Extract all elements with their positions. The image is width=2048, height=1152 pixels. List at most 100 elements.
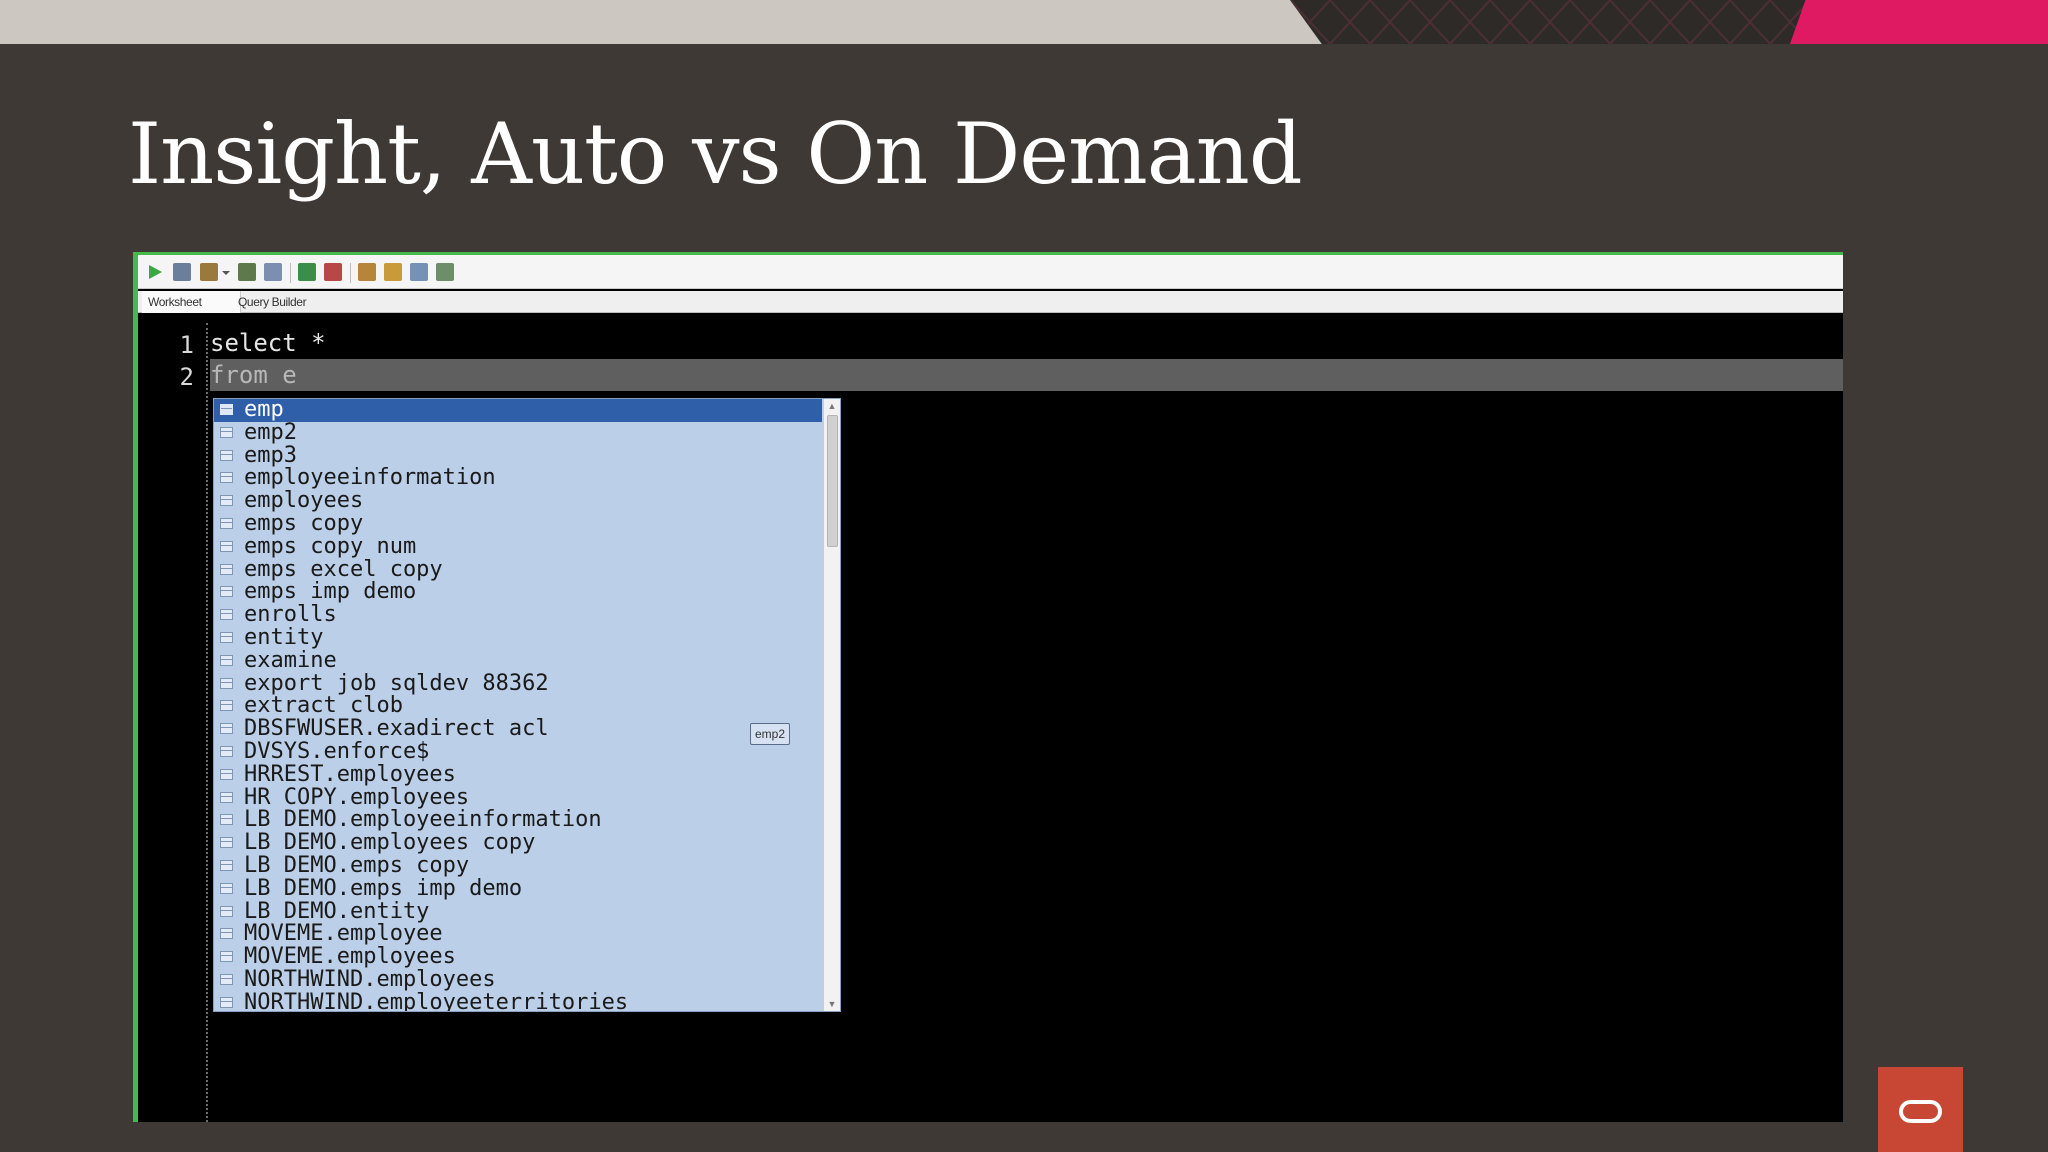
autocomplete-item[interactable]: emps excel copy <box>214 558 822 582</box>
tab-query-builder[interactable]: Query Builder <box>232 291 312 313</box>
worksheet-tab-bar: Worksheet Query Builder <box>138 291 1843 313</box>
autocomplete-item-label: enrolls <box>244 602 337 628</box>
table-icon <box>220 745 233 757</box>
autocomplete-item-label: examine <box>244 647 337 673</box>
autocomplete-item[interactable]: emp2 <box>214 421 822 445</box>
autocomplete-item[interactable]: LB DEMO.employeeinformation <box>214 807 822 833</box>
autocomplete-item[interactable]: entity <box>214 626 822 650</box>
oracle-logo <box>1878 1067 1963 1152</box>
table-icon <box>220 404 233 415</box>
explain-plan-icon[interactable] <box>238 263 256 281</box>
table-icon <box>220 859 233 871</box>
sql-tuning-icon[interactable] <box>358 263 376 281</box>
scroll-down-icon[interactable]: ▼ <box>824 997 840 1011</box>
autocomplete-item-label: LB DEMO.employees copy <box>244 830 536 856</box>
top-pink-accent <box>1790 0 2048 44</box>
save-icon[interactable] <box>173 263 191 281</box>
autotrace-icon[interactable] <box>264 263 282 281</box>
table-icon <box>220 814 233 826</box>
autocomplete-item-label: LB DEMO.emps copy <box>244 852 470 878</box>
table-icon <box>220 426 233 438</box>
autocomplete-item-label: emps copy <box>244 510 364 536</box>
oracle-ring-icon <box>1899 1100 1942 1123</box>
table-icon <box>220 449 233 461</box>
table-icon <box>220 973 233 985</box>
autocomplete-item[interactable]: employees <box>214 488 822 514</box>
autocomplete-item[interactable]: HRREST.employees <box>214 761 822 787</box>
autocomplete-tooltip: emp2 <box>750 723 791 745</box>
autocomplete-item-label: HR COPY.employees <box>244 784 470 810</box>
autocomplete-item[interactable]: extract clob <box>214 693 822 719</box>
autocomplete-item-label: NORTHWIND.employees <box>244 966 496 992</box>
autocomplete-item[interactable]: LB DEMO.employees copy <box>214 830 822 856</box>
history-icon[interactable] <box>410 263 428 281</box>
tab-worksheet[interactable]: Worksheet <box>142 291 241 313</box>
autocomplete-item[interactable]: emps imp demo <box>214 579 822 605</box>
autocomplete-item[interactable]: emps copy num <box>214 535 822 559</box>
table-icon <box>220 654 233 666</box>
top-pattern-decoration <box>1290 0 1820 44</box>
table-icon <box>220 723 233 735</box>
autocomplete-item[interactable]: enrolls <box>214 602 822 628</box>
table-icon <box>220 472 233 484</box>
autocomplete-item-label: LB DEMO.employeeinformation <box>244 807 602 833</box>
autocomplete-item-label: LB DEMO.emps imp demo <box>244 875 523 901</box>
table-icon <box>220 928 233 940</box>
table-icon <box>220 951 233 963</box>
format-icon[interactable] <box>436 263 454 281</box>
slide-title: Insight, Auto vs On Demand <box>128 105 1303 203</box>
commit-transaction-icon[interactable] <box>298 263 316 281</box>
autocomplete-item-label: export job sqldev 88362 <box>244 670 549 696</box>
sql-worksheet-screenshot: Worksheet Query Builder 1 2 select * fro… <box>133 252 1843 1122</box>
autocomplete-item[interactable]: LB DEMO.emps copy <box>214 852 822 878</box>
autocomplete-item-label: employees <box>244 488 364 514</box>
scroll-thumb[interactable] <box>827 415 838 547</box>
autocomplete-item[interactable]: LB DEMO.emps imp demo <box>214 875 822 901</box>
autocomplete-item[interactable]: DVSYS.enforce$ <box>214 738 822 764</box>
autocomplete-item[interactable]: HR COPY.employees <box>214 784 822 810</box>
autocomplete-item[interactable]: examine <box>214 647 822 673</box>
code-line-current[interactable]: from e <box>210 359 1843 391</box>
run-statement-icon[interactable] <box>146 263 164 281</box>
autocomplete-item[interactable]: MOVEME.employee <box>214 922 822 946</box>
table-icon <box>220 631 233 643</box>
autocomplete-item[interactable]: MOVEME.employees <box>214 944 822 970</box>
autocomplete-item-label: DBSFWUSER.exadirect acl <box>244 716 549 742</box>
table-icon <box>220 495 233 507</box>
table-icon <box>220 882 233 894</box>
autocomplete-item[interactable]: LB DEMO.entity <box>214 898 822 924</box>
autocomplete-item[interactable]: emp3 <box>214 444 822 468</box>
scroll-up-icon[interactable]: ▲ <box>824 399 840 413</box>
autocomplete-item-label: extract clob <box>244 693 403 719</box>
autocomplete-item-label: LB DEMO.entity <box>244 898 430 924</box>
commit-icon[interactable] <box>200 263 218 281</box>
autocomplete-item[interactable]: emps copy <box>214 510 822 536</box>
dropdown-arrow-icon[interactable] <box>221 263 231 281</box>
autocomplete-item-label: emps imp demo <box>244 579 417 605</box>
code-line[interactable]: select * <box>210 327 1843 359</box>
table-icon <box>220 791 233 803</box>
table-icon <box>220 768 233 780</box>
autocomplete-item[interactable]: employeeinformation <box>214 465 822 491</box>
autocomplete-item[interactable]: NORTHWIND.employees <box>214 966 822 992</box>
autocomplete-item-label: DVSYS.enforce$ <box>244 738 430 764</box>
autocomplete-item-label: employeeinformation <box>244 465 496 491</box>
autocomplete-item-label: HRREST.employees <box>244 761 456 787</box>
clear-icon[interactable] <box>384 263 402 281</box>
autocomplete-scrollbar[interactable]: ▲ ▼ <box>823 399 840 1011</box>
rollback-icon[interactable] <box>324 263 342 281</box>
autocomplete-popup[interactable]: emp emp2 emp3 employeeinformation employees e… <box>213 398 841 1012</box>
autocomplete-item-label: MOVEME.employees <box>244 944 456 970</box>
table-icon <box>220 563 233 575</box>
autocomplete-item[interactable]: export job sqldev 88362 <box>214 670 822 696</box>
autocomplete-item[interactable]: emp <box>214 399 822 422</box>
table-icon <box>220 700 233 712</box>
autocomplete-item-label: NORTHWIND.employeeterritories <box>244 989 629 1012</box>
autocomplete-item[interactable]: DBSFWUSER.exadirect acl <box>214 716 822 742</box>
table-icon <box>220 586 233 598</box>
gutter-divider <box>206 323 208 1122</box>
line-number-gutter: 1 2 <box>138 323 208 1122</box>
autocomplete-item[interactable]: NORTHWIND.employeeterritories <box>214 989 822 1012</box>
line-number: 1 <box>179 331 194 359</box>
worksheet-toolbar <box>138 255 1843 289</box>
